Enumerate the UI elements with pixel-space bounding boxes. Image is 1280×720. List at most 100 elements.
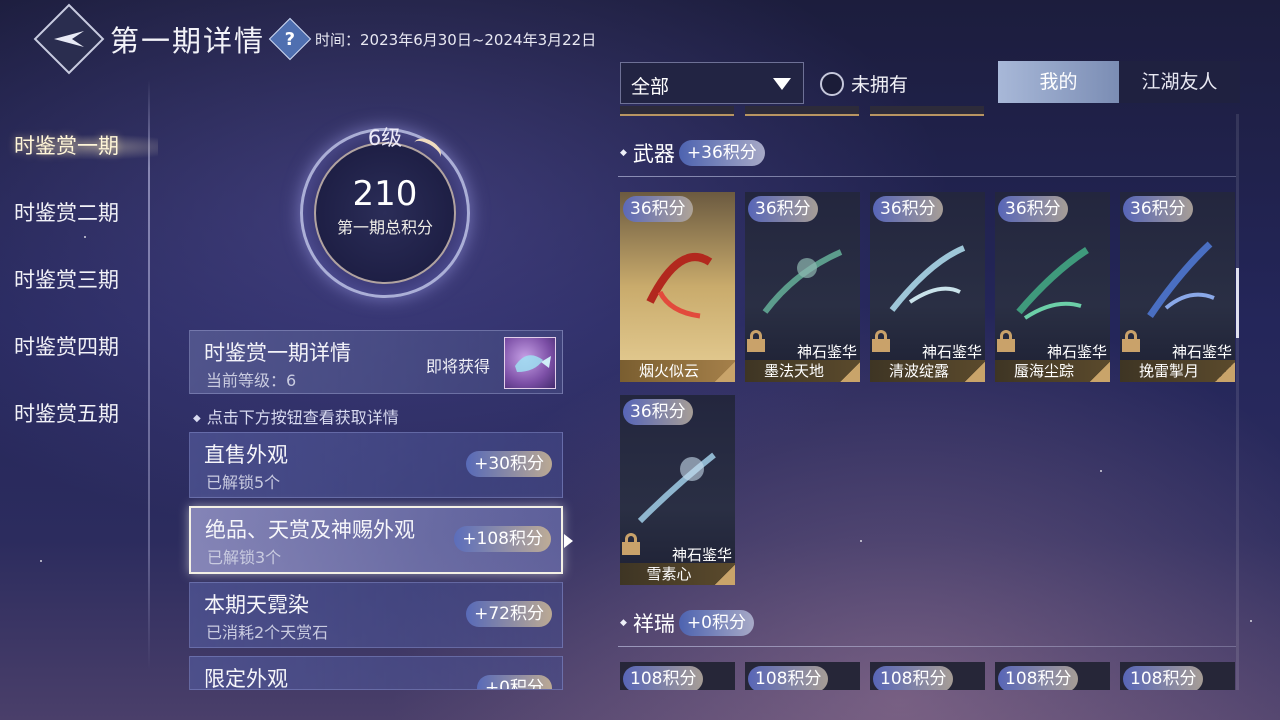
source-title: 限定外观 <box>204 667 288 690</box>
weapon-art-icon <box>646 253 713 319</box>
upcoming-reward-label: 即将获得 <box>426 357 491 376</box>
tile-name: 蜃海尘踪 <box>1013 362 1074 380</box>
appearance-tile[interactable]: 108积分 <box>1120 662 1235 690</box>
header: 第一期详情 ? 时间：2023年6月30日~2024年3月22日 <box>33 3 597 75</box>
section-header-weapons: ◆ 武器 +36积分 <box>618 138 765 168</box>
period-nav: 时鉴赏一期 时鉴赏二期 时鉴赏三期 时鉴赏四期 时鉴赏五期 <box>14 128 119 463</box>
selected-arrow-icon <box>564 534 573 548</box>
tile-points: 36积分 <box>748 196 818 222</box>
not-owned-label: 未拥有 <box>851 74 909 96</box>
tile-source: 神石鉴华 <box>671 546 732 564</box>
tile-points: 108积分 <box>1123 666 1204 690</box>
tile-name: 清波绽露 <box>888 362 949 380</box>
help-button[interactable]: ? <box>268 17 312 61</box>
appearance-tile[interactable]: 108积分 <box>745 662 860 690</box>
tile-source: 神石鉴华 <box>796 343 857 361</box>
appearance-tile[interactable]: 36积分 神石鉴华 墨法天地 <box>745 192 860 382</box>
nav-item-period-4[interactable]: 时鉴赏四期 <box>14 329 119 396</box>
lock-icon <box>747 330 765 352</box>
tile-source: 神石鉴华 <box>1046 343 1107 361</box>
period-text: 时间：2023年6月30日~2024年3月22日 <box>315 30 597 49</box>
tile-points: 36积分 <box>623 196 693 222</box>
weapon-art-icon <box>889 245 966 312</box>
bullet-icon: ◆ <box>620 618 627 628</box>
radio-circle[interactable] <box>820 71 844 96</box>
tile-corner-icon <box>715 565 735 585</box>
lock-icon <box>872 330 890 352</box>
source-sub: 已解锁5个 <box>206 473 281 492</box>
appearance-tile[interactable]: 108积分 <box>995 662 1110 690</box>
nav-item-period-5[interactable]: 时鉴赏五期 <box>14 396 119 463</box>
appearance-tile[interactable]: 36积分 神石鉴华 雪素心 <box>620 395 735 585</box>
lock-icon <box>997 330 1015 352</box>
bullet-icon: ◆ <box>620 148 627 158</box>
scrollbar-thumb[interactable] <box>1236 268 1239 338</box>
appearance-tile[interactable]: 36积分 神石鉴华 清波绽露 <box>870 192 985 382</box>
tile-name: 雪素心 <box>646 565 692 583</box>
star-decoration <box>40 560 42 562</box>
hint-text: 点击下方按钮查看获取详情 <box>193 404 399 428</box>
section-name: 祥瑞 <box>632 612 675 636</box>
tile-corner-icon <box>965 362 985 382</box>
appearance-tile[interactable]: 108积分 <box>870 662 985 690</box>
tile-points: 36积分 <box>998 196 1068 222</box>
source-item-premium[interactable]: 绝品、天赏及神赐外观 已解锁3个 +108积分 <box>189 506 563 574</box>
source-item-direct-sale[interactable]: 直售外观 已解锁5个 +30积分 <box>189 432 563 498</box>
tile-name: 烟火似云 <box>638 362 699 380</box>
weapon-art-icon <box>762 249 843 314</box>
lock-icon <box>622 533 640 555</box>
category-filter-select[interactable]: 全部 <box>620 62 804 104</box>
star-decoration <box>1250 620 1252 622</box>
appearance-tile[interactable]: 36积分 神石鉴华 蜃海尘踪 <box>995 192 1110 382</box>
tile-points: 108积分 <box>748 666 829 690</box>
question-icon: ? <box>284 28 296 50</box>
source-item-dye[interactable]: 本期天霓染 已消耗2个天赏石 +72积分 <box>189 582 563 648</box>
list-scrollbar[interactable] <box>1236 114 1239 690</box>
source-points: +30积分 <box>466 451 552 477</box>
tile-points: 36积分 <box>873 196 943 222</box>
source-points: +72积分 <box>466 601 552 627</box>
fish-reward-icon <box>515 355 551 372</box>
tile-corner-icon <box>1215 362 1235 382</box>
source-points: +0积分 <box>476 675 552 689</box>
weapon-art-icon <box>1147 241 1215 318</box>
current-level-text: 当前等级：6 <box>206 371 297 390</box>
source-title: 绝品、天赏及神赐外观 <box>205 518 415 542</box>
source-sub: 已消耗2个天赏石 <box>206 623 329 642</box>
section-points: +36积分 <box>678 140 765 166</box>
back-arrow-icon <box>54 31 84 47</box>
appearance-tile[interactable]: 36积分 神石鉴华 挽雷掣月 <box>1120 192 1235 382</box>
level-label: 6级 <box>367 126 403 150</box>
nav-item-period-3[interactable]: 时鉴赏三期 <box>14 262 119 329</box>
source-points: +108积分 <box>454 526 551 552</box>
tile-source: 神石鉴华 <box>921 343 982 361</box>
weapon-art-icon <box>637 452 716 524</box>
appearance-tile[interactable]: 108积分 <box>620 662 735 690</box>
tile-points: 36积分 <box>1123 196 1193 222</box>
clipped-tile <box>620 106 734 116</box>
tab-mine[interactable]: 我的 <box>998 61 1119 103</box>
tile-corner-icon <box>1090 362 1110 382</box>
appearance-tile[interactable]: 36积分 烟火似云 <box>620 192 735 382</box>
tile-points: 108积分 <box>998 666 1079 690</box>
section-name: 武器 <box>632 142 675 166</box>
not-owned-toggle[interactable]: 未拥有 <box>820 70 908 97</box>
source-title: 直售外观 <box>204 443 288 467</box>
section-points: +0积分 <box>678 610 754 636</box>
tile-name: 墨法天地 <box>763 362 824 380</box>
detail-title: 时鉴赏一期详情 <box>204 341 351 365</box>
nav-item-period-2[interactable]: 时鉴赏二期 <box>14 195 119 262</box>
source-item-limited[interactable]: 限定外观 +0积分 <box>189 656 563 690</box>
filter-value: 全部 <box>631 76 670 98</box>
tab-friends[interactable]: 江湖友人 <box>1119 61 1240 103</box>
tile-corner-icon <box>715 362 735 382</box>
back-button[interactable] <box>33 3 105 75</box>
tile-points: 108积分 <box>623 666 704 690</box>
section-header-auspicious: ◆ 祥瑞 +0积分 <box>618 608 754 638</box>
lock-icon <box>1122 330 1140 352</box>
upcoming-reward-thumbnail[interactable] <box>504 337 556 389</box>
nav-item-period-1[interactable]: 时鉴赏一期 <box>14 128 119 195</box>
period-detail-card[interactable]: 时鉴赏一期详情 当前等级：6 即将获得 <box>189 330 563 394</box>
appearance-list[interactable]: ◆ 武器 +36积分 36积分 烟火似云 36积分 神石鉴华 墨法天地 36积分 <box>618 106 1240 690</box>
weapon-art-icon <box>1016 247 1089 320</box>
